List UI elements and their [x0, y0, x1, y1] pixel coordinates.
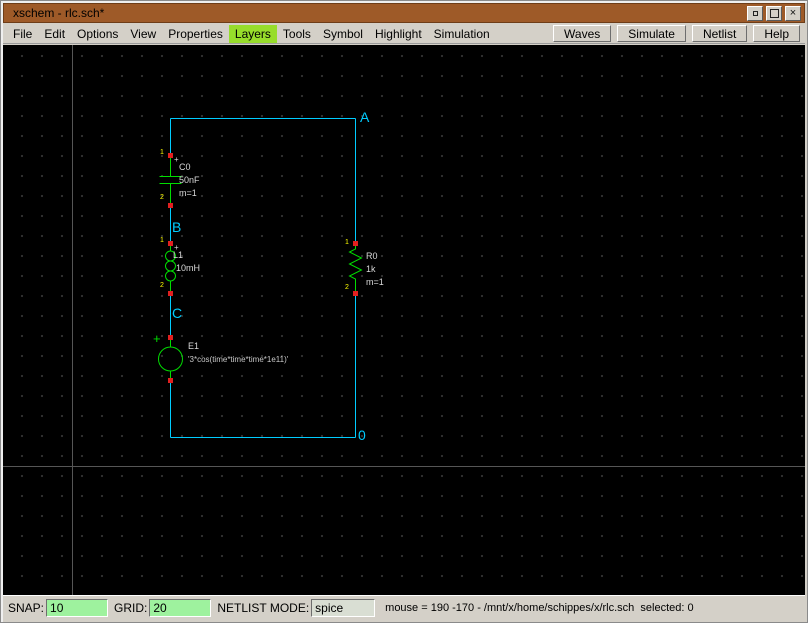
- pin-square[interactable]: [168, 291, 173, 296]
- label-C0-ref[interactable]: C0: [179, 163, 191, 173]
- pin-square[interactable]: [353, 241, 358, 246]
- menu-highlight[interactable]: Highlight: [369, 25, 428, 43]
- pin-number: 1: [345, 239, 349, 247]
- menu-symbol[interactable]: Symbol: [317, 25, 369, 43]
- grid-input[interactable]: [149, 599, 211, 617]
- menu-tools[interactable]: Tools: [277, 25, 317, 43]
- pin-square[interactable]: [168, 335, 173, 340]
- netlist-mode-label: NETLIST MODE:: [217, 601, 309, 615]
- pin-square[interactable]: [168, 153, 173, 158]
- polarity-plus: +: [153, 332, 161, 346]
- maximize-button[interactable]: [766, 6, 782, 21]
- pin-square[interactable]: [168, 378, 173, 383]
- polarity-plus: +: [174, 244, 179, 253]
- snap-input[interactable]: [46, 599, 108, 617]
- pin-square[interactable]: [168, 241, 173, 246]
- xschem-window: xschem - rlc.sch* × File Edit Options Vi…: [0, 0, 808, 623]
- statusbar: SNAP: GRID: NETLIST MODE: mouse = 190 -1…: [3, 595, 805, 620]
- netlist-mode-input[interactable]: [311, 599, 375, 617]
- menu-view[interactable]: View: [124, 25, 162, 43]
- grid-label: GRID:: [114, 601, 147, 615]
- netlist-button[interactable]: Netlist: [692, 25, 747, 42]
- component-resistor-R0[interactable]: [350, 243, 362, 293]
- label-E1-ref[interactable]: E1: [188, 342, 199, 352]
- menu-properties[interactable]: Properties: [162, 25, 229, 43]
- label-R0-value[interactable]: 1k: [366, 265, 376, 275]
- net-label-B[interactable]: B: [172, 220, 181, 235]
- pin-square[interactable]: [168, 203, 173, 208]
- pin-number: 1: [160, 149, 164, 157]
- maximize-icon: [770, 9, 779, 18]
- simulate-button[interactable]: Simulate: [617, 25, 686, 42]
- pin-number: 2: [160, 282, 164, 290]
- menubar: File Edit Options View Properties Layers…: [3, 24, 805, 44]
- net-label-C[interactable]: C: [172, 306, 182, 321]
- schematic-canvas[interactable]: ABC0C050nFm=1L110mHE1'3*cos(time*time*ti…: [3, 45, 805, 595]
- waves-button[interactable]: Waves: [553, 25, 611, 42]
- label-L1-value[interactable]: 10mH: [176, 264, 200, 274]
- label-R0-ref[interactable]: R0: [366, 252, 378, 262]
- menu-options[interactable]: Options: [71, 25, 124, 43]
- polarity-plus: +: [174, 156, 179, 165]
- menu-simulation[interactable]: Simulation: [428, 25, 496, 43]
- label-C0-m[interactable]: m=1: [179, 189, 197, 199]
- net-label-A[interactable]: A: [360, 110, 369, 125]
- mouse-status-text: mouse = 190 -170 - /mnt/x/home/schippes/…: [385, 602, 693, 614]
- help-button[interactable]: Help: [753, 25, 800, 42]
- window-title: xschem - rlc.sch*: [13, 3, 104, 23]
- menubar-right-buttons: Waves Simulate Netlist Help: [553, 25, 805, 42]
- close-button[interactable]: ×: [785, 6, 801, 21]
- pin-number: 1: [160, 237, 164, 245]
- label-E1-value[interactable]: '3*cos(time*time*time*1e11)': [188, 356, 288, 365]
- minimize-button[interactable]: [747, 6, 763, 21]
- label-R0-m[interactable]: m=1: [366, 278, 384, 288]
- wire-net[interactable]: [171, 119, 356, 438]
- pin-number: 2: [345, 284, 349, 292]
- menu-edit[interactable]: Edit: [38, 25, 71, 43]
- menu-layers[interactable]: Layers: [229, 25, 277, 43]
- menu-file[interactable]: File: [7, 25, 38, 43]
- pin-square[interactable]: [353, 291, 358, 296]
- minimize-icon: [753, 11, 758, 16]
- pin-number: 2: [160, 194, 164, 202]
- net-label-0[interactable]: 0: [358, 428, 366, 443]
- titlebar[interactable]: xschem - rlc.sch* ×: [3, 3, 805, 23]
- schematic-drawing: [3, 45, 805, 595]
- component-vsource-E1[interactable]: [159, 337, 183, 380]
- close-icon: ×: [790, 8, 796, 19]
- label-C0-value[interactable]: 50nF: [179, 176, 200, 186]
- snap-label: SNAP:: [8, 601, 44, 615]
